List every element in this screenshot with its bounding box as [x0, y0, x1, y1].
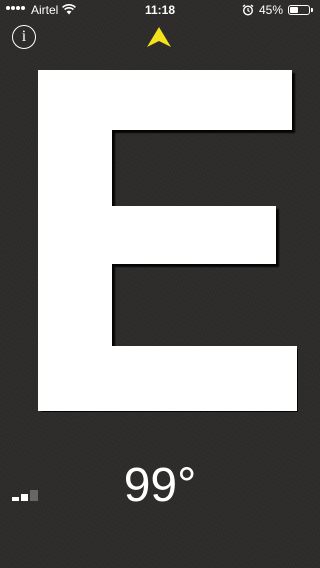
info-button[interactable]: i — [12, 25, 36, 49]
accuracy-bar-1 — [12, 497, 19, 501]
battery-fill — [290, 7, 298, 13]
heading-degrees: 99° — [123, 459, 197, 512]
battery-cap — [311, 8, 313, 12]
compass-screen: Airtel 11:18 45% i E — [0, 0, 320, 568]
accuracy-bars-icon — [12, 490, 38, 501]
alarm-icon — [242, 4, 254, 16]
battery-icon — [288, 5, 310, 15]
heading-letter-shape — [38, 70, 297, 411]
status-bar: Airtel 11:18 45% — [0, 0, 320, 20]
battery-percentage: 45% — [259, 3, 284, 17]
accuracy-bar-2 — [21, 494, 28, 501]
heading-letter: E — [38, 70, 297, 411]
info-icon: i — [21, 28, 27, 45]
north-arrow-icon — [147, 27, 171, 47]
accuracy-bar-3 — [30, 490, 38, 501]
